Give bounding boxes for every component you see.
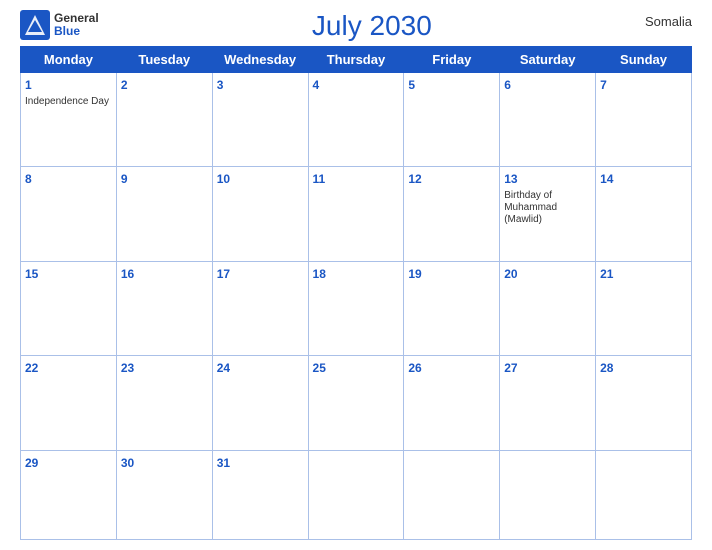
col-header-friday: Friday (404, 47, 500, 73)
calendar-cell: 11 (308, 167, 404, 261)
calendar-cell: 12 (404, 167, 500, 261)
day-number: 7 (600, 78, 607, 92)
calendar-cell: 3 (212, 73, 308, 167)
day-number: 16 (121, 267, 134, 281)
calendar-cell (500, 450, 596, 539)
calendar-cell: 5 (404, 73, 500, 167)
calendar-cell: 28 (596, 356, 692, 450)
calendar-cell: 24 (212, 356, 308, 450)
day-number: 11 (313, 172, 326, 186)
holiday-label: Independence Day (25, 96, 112, 108)
col-header-tuesday: Tuesday (116, 47, 212, 73)
day-number: 6 (504, 78, 511, 92)
col-header-saturday: Saturday (500, 47, 596, 73)
day-number: 19 (408, 267, 421, 281)
day-number: 28 (600, 361, 613, 375)
col-header-sunday: Sunday (596, 47, 692, 73)
calendar-cell: 8 (21, 167, 117, 261)
day-number: 29 (25, 456, 38, 470)
day-number: 24 (217, 361, 230, 375)
calendar-cell: 20 (500, 261, 596, 355)
calendar-cell: 17 (212, 261, 308, 355)
calendar-title: July 2030 (312, 10, 432, 42)
calendar-cell: 15 (21, 261, 117, 355)
calendar-cell: 1 Independence Day (21, 73, 117, 167)
calendar-cell: 21 (596, 261, 692, 355)
calendar-cell (308, 450, 404, 539)
day-number: 25 (313, 361, 326, 375)
day-number: 26 (408, 361, 421, 375)
calendar-cell: 16 (116, 261, 212, 355)
calendar-header-row: MondayTuesdayWednesdayThursdayFridaySatu… (21, 47, 692, 73)
logo: General Blue (20, 10, 99, 40)
calendar-week-row: 22 23 24 25 26 27 28 (21, 356, 692, 450)
day-number: 21 (600, 267, 613, 281)
calendar-cell: 9 (116, 167, 212, 261)
calendar-cell: 22 (21, 356, 117, 450)
calendar-cell: 25 (308, 356, 404, 450)
logo-text: General Blue (54, 12, 99, 38)
calendar-cell: 14 (596, 167, 692, 261)
calendar-table: MondayTuesdayWednesdayThursdayFridaySatu… (20, 46, 692, 540)
day-number: 8 (25, 172, 32, 186)
logo-icon (20, 10, 50, 40)
logo-blue: Blue (54, 25, 99, 38)
calendar-week-row: 1 Independence Day 2 3 4 5 6 7 (21, 73, 692, 167)
day-number: 17 (217, 267, 230, 281)
day-number: 27 (504, 361, 517, 375)
calendar-cell: 13 Birthday of Muhammad (Mawlid) (500, 167, 596, 261)
calendar-cell: 4 (308, 73, 404, 167)
calendar-week-row: 8910111213Birthday of Muhammad (Mawlid)1… (21, 167, 692, 261)
calendar-cell: 29 (21, 450, 117, 539)
day-number: 13 (504, 172, 517, 186)
calendar-cell: 7 (596, 73, 692, 167)
day-number: 31 (217, 456, 230, 470)
day-number: 30 (121, 456, 134, 470)
calendar-cell: 6 (500, 73, 596, 167)
day-number: 1 (25, 78, 32, 92)
page-header: General Blue July 2030 Somalia (20, 10, 692, 42)
calendar-cell: 19 (404, 261, 500, 355)
calendar-cell (404, 450, 500, 539)
day-number: 23 (121, 361, 134, 375)
day-number: 3 (217, 78, 224, 92)
col-header-thursday: Thursday (308, 47, 404, 73)
day-number: 10 (217, 172, 230, 186)
day-number: 18 (313, 267, 326, 281)
calendar-cell (596, 450, 692, 539)
day-number: 15 (25, 267, 38, 281)
day-number: 12 (408, 172, 421, 186)
calendar-cell: 31 (212, 450, 308, 539)
calendar-cell: 23 (116, 356, 212, 450)
col-header-monday: Monday (21, 47, 117, 73)
col-header-wednesday: Wednesday (212, 47, 308, 73)
calendar-week-row: 29 30 31 (21, 450, 692, 539)
day-number: 2 (121, 78, 128, 92)
holiday-label: Birthday of Muhammad (Mawlid) (504, 190, 591, 226)
calendar-cell: 2 (116, 73, 212, 167)
day-number: 9 (121, 172, 128, 186)
calendar-cell: 26 (404, 356, 500, 450)
calendar-cell: 18 (308, 261, 404, 355)
calendar-cell: 27 (500, 356, 596, 450)
calendar-week-row: 15 16 17 18 19 20 21 (21, 261, 692, 355)
calendar-cell: 10 (212, 167, 308, 261)
country-label: Somalia (645, 10, 692, 29)
day-number: 20 (504, 267, 517, 281)
day-number: 14 (600, 172, 613, 186)
calendar-cell: 30 (116, 450, 212, 539)
day-number: 22 (25, 361, 38, 375)
day-number: 4 (313, 78, 320, 92)
day-number: 5 (408, 78, 415, 92)
